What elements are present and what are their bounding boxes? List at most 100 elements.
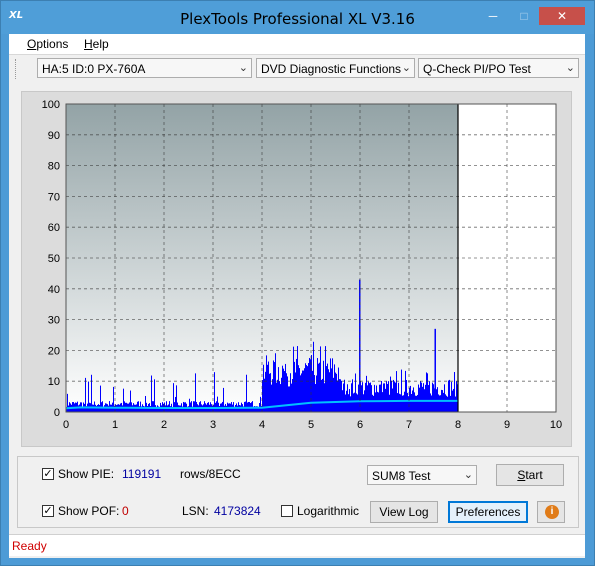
pie-bar bbox=[414, 392, 415, 412]
pie-bar bbox=[166, 401, 167, 412]
menu-options[interactable]: Options bbox=[27, 37, 68, 51]
pie-bar bbox=[394, 381, 395, 412]
x-tick-label: 7 bbox=[406, 419, 412, 431]
pie-bar bbox=[343, 383, 344, 412]
pie-bar bbox=[292, 379, 293, 412]
pie-bar bbox=[397, 393, 398, 412]
pie-bar bbox=[345, 394, 346, 412]
toolbar-grip[interactable] bbox=[15, 59, 19, 79]
pie-bar bbox=[145, 395, 146, 412]
pie-bar bbox=[314, 375, 315, 412]
pie-bar bbox=[152, 401, 153, 412]
y-tick-label: 60 bbox=[48, 222, 60, 234]
x-tick-label: 9 bbox=[504, 419, 510, 431]
pie-bar bbox=[265, 371, 266, 412]
menu-bar: Options Help bbox=[9, 34, 585, 54]
drive-select[interactable]: HA:5 ID:0 PX-760A ⌄ bbox=[37, 58, 252, 78]
pie-bar bbox=[347, 384, 348, 412]
pie-bar bbox=[204, 401, 205, 412]
pie-bar bbox=[280, 384, 281, 412]
function-select[interactable]: DVD Diagnostic Functions ⌄ bbox=[256, 58, 415, 78]
pie-bar bbox=[304, 368, 305, 412]
show-pie-checkbox[interactable]: ✓ bbox=[42, 468, 54, 480]
pie-bar bbox=[380, 384, 381, 412]
pie-bar bbox=[370, 382, 371, 412]
pie-bar bbox=[350, 396, 351, 412]
minimize-button[interactable]: ─ bbox=[478, 7, 508, 25]
pie-bar bbox=[299, 368, 300, 412]
info-button[interactable]: i bbox=[537, 501, 565, 523]
pie-bar bbox=[330, 358, 331, 412]
pie-bar bbox=[301, 373, 302, 412]
logarithmic-checkbox[interactable] bbox=[281, 505, 293, 517]
close-button[interactable]: ✕ bbox=[539, 7, 585, 25]
pie-bar bbox=[428, 385, 429, 412]
maximize-button[interactable]: □ bbox=[509, 7, 539, 25]
controls-panel: ✓ Show PIE: 119191 rows/8ECC ✓ Show POF:… bbox=[17, 456, 579, 528]
pie-bar bbox=[410, 385, 411, 412]
pie-bar bbox=[313, 341, 314, 412]
sum-test-select[interactable]: SUM8 Test ⌄ bbox=[367, 465, 477, 485]
pie-bar bbox=[143, 405, 144, 412]
pie-bar bbox=[217, 396, 218, 412]
pie-bar bbox=[344, 379, 345, 412]
pie-bar bbox=[297, 346, 298, 412]
pie-bar bbox=[400, 394, 401, 412]
pie-bar bbox=[388, 381, 389, 412]
pie-bar bbox=[432, 382, 433, 412]
pie-bar bbox=[318, 363, 319, 412]
pie-bar bbox=[312, 370, 313, 412]
status-text: Ready bbox=[12, 539, 47, 553]
pie-bar bbox=[353, 393, 354, 412]
show-poe-checkbox[interactable]: ✓ bbox=[42, 505, 54, 517]
pie-bar bbox=[338, 367, 339, 412]
pie-bar bbox=[276, 382, 277, 412]
pie-bar bbox=[413, 387, 414, 412]
chevron-down-icon: ⌄ bbox=[238, 62, 248, 74]
pie-bar bbox=[401, 369, 402, 412]
pie-bar bbox=[386, 381, 387, 412]
y-tick-label: 90 bbox=[48, 130, 60, 142]
pie-bar bbox=[302, 370, 303, 412]
pie-bar bbox=[426, 372, 427, 412]
preferences-button[interactable]: Preferences bbox=[448, 501, 528, 523]
poe-value: 0 bbox=[122, 504, 129, 518]
title-bar[interactable]: XL PlexTools Professional XL V3.16 ─ □ ✕ bbox=[1, 1, 594, 34]
pi-po-chart: 0 1 2 3 4 5 6 7 8 9 100102030405060708090100 bbox=[42, 99, 562, 431]
pie-bar bbox=[429, 381, 430, 412]
pie-bar bbox=[67, 393, 68, 412]
pie-bar bbox=[246, 374, 247, 412]
pie-bar bbox=[175, 396, 176, 412]
pie-bar bbox=[219, 406, 220, 412]
pie-spike bbox=[434, 328, 436, 412]
pie-bar bbox=[279, 381, 280, 412]
test-select[interactable]: Q-Check PI/PO Test ⌄ bbox=[418, 58, 579, 78]
pie-bar bbox=[140, 401, 141, 412]
pie-bar bbox=[448, 380, 449, 412]
pie-bar bbox=[449, 379, 450, 412]
pie-bar bbox=[189, 398, 190, 412]
pie-bar bbox=[391, 380, 392, 412]
pie-bar bbox=[423, 383, 424, 412]
info-icon: i bbox=[545, 505, 559, 519]
pie-bar bbox=[328, 369, 329, 412]
y-tick-label: 0 bbox=[54, 407, 60, 419]
pie-bar bbox=[289, 386, 290, 412]
start-button[interactable]: Start bbox=[496, 464, 564, 486]
pie-bar bbox=[437, 387, 438, 412]
pie-bar bbox=[415, 395, 416, 412]
pie-bar bbox=[271, 384, 272, 412]
pie-bar bbox=[329, 372, 330, 412]
pie-bar bbox=[390, 376, 391, 412]
pie-bar bbox=[361, 385, 362, 412]
pie-bar bbox=[403, 395, 404, 412]
view-log-button[interactable]: View Log bbox=[370, 501, 438, 523]
pie-bar bbox=[331, 368, 332, 412]
pie-bar bbox=[455, 396, 456, 412]
pie-value: 119191 bbox=[122, 467, 162, 481]
pie-bar bbox=[365, 382, 366, 412]
pie-bar bbox=[336, 373, 337, 412]
toolbar-divider bbox=[9, 54, 585, 55]
menu-help[interactable]: Help bbox=[84, 37, 109, 51]
pie-bar bbox=[376, 385, 377, 412]
